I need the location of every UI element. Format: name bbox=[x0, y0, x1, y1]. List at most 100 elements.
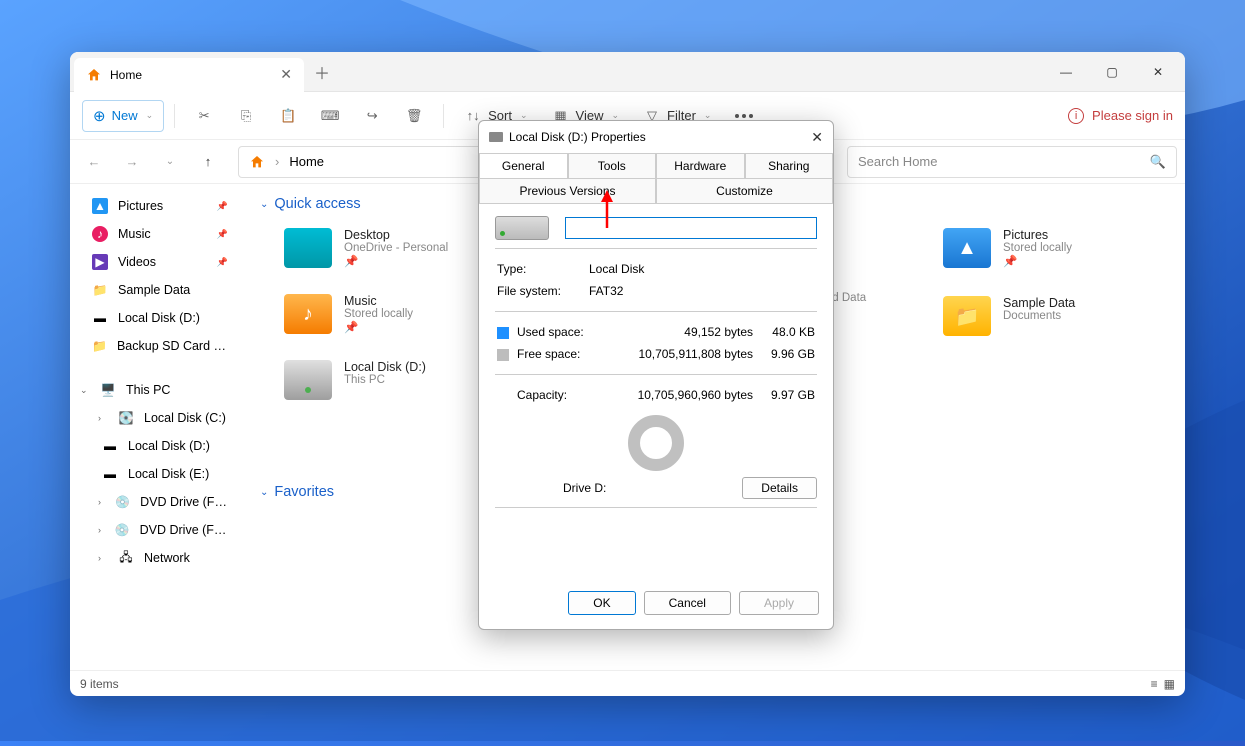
sidebar-item-music[interactable]: ♪Music📌 bbox=[74, 220, 236, 248]
dialog-close-button[interactable]: ✕ bbox=[811, 129, 823, 146]
network-icon: 🖧 bbox=[118, 550, 134, 566]
used-space-row: Used space:49,152 bytes48.0 KB bbox=[497, 322, 815, 342]
chevron-right-icon[interactable]: › bbox=[98, 553, 108, 563]
music-folder-icon: ♪ bbox=[284, 294, 332, 334]
search-box[interactable]: Search Home 🔍 bbox=[847, 146, 1177, 178]
maximize-button[interactable]: ▢ bbox=[1089, 56, 1135, 88]
sidebar-item-dvd-f-2[interactable]: ›💿DVD Drive (F:) CCCOM bbox=[74, 516, 236, 544]
tab-previous-versions[interactable]: Previous Versions bbox=[479, 178, 656, 203]
sidebar-item-dvd-f-1[interactable]: ›💿DVD Drive (F:) CCCO bbox=[74, 488, 236, 516]
copy-icon: ⎘ bbox=[237, 107, 255, 125]
quick-item-desktop[interactable]: DesktopOneDrive - Personal📌 bbox=[280, 224, 480, 272]
cancel-button[interactable]: Cancel bbox=[644, 591, 731, 615]
sidebar-item-drive-c[interactable]: ›💽Local Disk (C:) bbox=[74, 404, 236, 432]
plus-icon: ⊕ bbox=[93, 107, 106, 125]
copy-button[interactable]: ⎘ bbox=[227, 101, 265, 131]
chevron-right-icon[interactable]: › bbox=[98, 413, 108, 423]
ok-button[interactable]: OK bbox=[568, 591, 635, 615]
sign-in-prompt[interactable]: i Please sign in bbox=[1068, 108, 1173, 124]
tab-close-button[interactable]: ✕ bbox=[280, 66, 292, 83]
quick-item-pictures[interactable]: ▲ PicturesStored locally📌 bbox=[939, 224, 1139, 272]
tab-hardware[interactable]: Hardware bbox=[656, 153, 745, 178]
paste-button[interactable]: 📋 bbox=[269, 101, 307, 131]
forward-button[interactable]: → bbox=[116, 146, 148, 178]
sidebar-item-this-pc[interactable]: ⌄🖥️This PC bbox=[74, 376, 236, 404]
paste-icon: 📋 bbox=[279, 107, 297, 125]
back-button[interactable]: ← bbox=[78, 146, 110, 178]
free-space-row: Free space:10,705,911,808 bytes9.96 GB bbox=[497, 344, 815, 364]
window-tabbar: Home ✕ ＋ — ▢ ✕ bbox=[70, 52, 1185, 92]
tab-title: Home bbox=[110, 68, 142, 82]
breadcrumb-location[interactable]: Home bbox=[289, 154, 324, 169]
cut-icon: ✂ bbox=[195, 107, 213, 125]
new-button[interactable]: ⊕ New ⌄ bbox=[82, 100, 164, 132]
dialog-title: Local Disk (D:) Properties bbox=[509, 130, 646, 144]
drive-label: Drive D: bbox=[563, 481, 606, 495]
sidebar-item-drive-d[interactable]: ▬Local Disk (D:) bbox=[74, 432, 236, 460]
thumbnails-view-icon[interactable]: ▦ bbox=[1164, 677, 1175, 691]
drive-name-input[interactable] bbox=[565, 217, 817, 239]
details-view-icon[interactable]: ≡ bbox=[1151, 677, 1158, 691]
free-swatch bbox=[497, 349, 509, 361]
up-button[interactable]: ↑ bbox=[192, 146, 224, 178]
properties-dialog: Local Disk (D:) Properties ✕ Previous Ve… bbox=[478, 120, 834, 630]
quick-item-sample[interactable]: 📁 Sample DataDocuments bbox=[939, 292, 1139, 340]
quick-item-disk-d[interactable]: Local Disk (D:)This PC bbox=[280, 356, 480, 404]
pin-icon: 📌 bbox=[217, 201, 228, 212]
capacity-row: Capacity:10,705,960,960 bytes9.97 GB bbox=[497, 385, 815, 405]
share-button[interactable]: ↪ bbox=[353, 101, 391, 131]
pin-icon: 📌 bbox=[1003, 254, 1072, 268]
close-window-button[interactable]: ✕ bbox=[1135, 56, 1181, 88]
share-icon: ↪ bbox=[363, 107, 381, 125]
home-icon bbox=[86, 67, 102, 83]
sidebar-item-drive-e[interactable]: ▬Local Disk (E:) bbox=[74, 460, 236, 488]
folder-icon: 📁 bbox=[92, 282, 108, 298]
disc-icon: 💿 bbox=[115, 522, 130, 538]
drive-icon bbox=[489, 132, 503, 142]
new-tab-button[interactable]: ＋ bbox=[314, 60, 330, 84]
disk-usage-chart bbox=[628, 415, 684, 471]
tab-tools[interactable]: Tools bbox=[568, 153, 657, 178]
pictures-folder-icon: ▲ bbox=[943, 228, 991, 268]
sidebar-item-sample-data[interactable]: 📁Sample Data bbox=[74, 276, 236, 304]
sidebar-item-pictures[interactable]: ▲Pictures📌 bbox=[74, 192, 236, 220]
folder-icon: 📁 bbox=[92, 338, 107, 354]
search-icon: 🔍 bbox=[1150, 154, 1166, 170]
music-icon: ♪ bbox=[92, 226, 108, 242]
details-button[interactable]: Details bbox=[742, 477, 817, 499]
delete-button[interactable]: 🗑 bbox=[395, 101, 433, 131]
tab-customize[interactable]: Customize bbox=[656, 178, 833, 203]
rename-button[interactable]: ⌨ bbox=[311, 101, 349, 131]
apply-button[interactable]: Apply bbox=[739, 591, 819, 615]
sidebar-item-local-disk-d[interactable]: ▬Local Disk (D:) bbox=[74, 304, 236, 332]
cut-button[interactable]: ✂ bbox=[185, 101, 223, 131]
navigation-pane: ▲Pictures📌 ♪Music📌 ▶Videos📌 📁Sample Data… bbox=[70, 184, 240, 670]
chevron-right-icon[interactable]: › bbox=[98, 497, 105, 507]
sidebar-item-videos[interactable]: ▶Videos📌 bbox=[74, 248, 236, 276]
pin-icon: 📌 bbox=[344, 254, 448, 268]
home-icon bbox=[249, 154, 265, 170]
used-swatch bbox=[497, 327, 509, 339]
chevron-right-icon[interactable]: › bbox=[98, 525, 105, 535]
pin-icon: 📌 bbox=[344, 320, 413, 334]
disc-icon: 💿 bbox=[115, 494, 130, 510]
dialog-titlebar[interactable]: Local Disk (D:) Properties ✕ bbox=[479, 121, 833, 153]
drive-icon: ▬ bbox=[102, 438, 118, 454]
search-placeholder: Search Home bbox=[858, 154, 1150, 169]
chevron-down-icon[interactable]: ⌄ bbox=[80, 385, 90, 396]
tab-general[interactable]: General bbox=[479, 153, 568, 179]
drive-icon: ▬ bbox=[102, 466, 118, 482]
minimize-button[interactable]: — bbox=[1043, 56, 1089, 88]
tab-home[interactable]: Home ✕ bbox=[74, 58, 304, 92]
sidebar-item-network[interactable]: ›🖧Network bbox=[74, 544, 236, 572]
tab-sharing[interactable]: Sharing bbox=[745, 153, 834, 178]
sidebar-item-backup[interactable]: 📁Backup SD Card Data bbox=[74, 332, 236, 360]
drive-icon bbox=[284, 360, 332, 400]
status-bar: 9 items ≡ ▦ bbox=[70, 670, 1185, 696]
quick-item-music[interactable]: ♪ MusicStored locally📌 bbox=[280, 290, 480, 338]
recent-button[interactable]: ⌄ bbox=[154, 146, 186, 178]
drive-icon: 💽 bbox=[118, 410, 134, 426]
rename-icon: ⌨ bbox=[321, 107, 339, 125]
warning-icon: i bbox=[1068, 108, 1084, 124]
pin-icon: 📌 bbox=[217, 229, 228, 240]
